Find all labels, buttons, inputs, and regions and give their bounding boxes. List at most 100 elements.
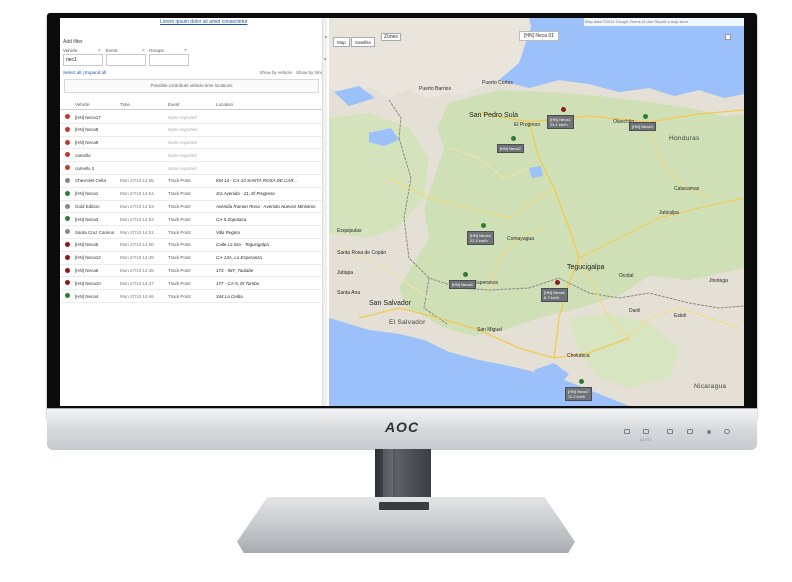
filter-vehicle-input[interactable]: nec1 <box>63 54 103 66</box>
event-time: Mon 27/10 14:47 <box>120 280 154 286</box>
vehicle-label[interactable]: [HN] Neca6 8.7 km/h <box>541 288 568 302</box>
table-row[interactable]: Chevrolet Celta Mon 27/10 14:55 Track Poin… <box>60 175 322 188</box>
vehicle-name: [HN] Neca6 <box>75 268 99 274</box>
filter-vehicle-label: Vehicle <box>63 48 78 53</box>
vehicle-name: Santa Cruz Camion <box>75 229 115 235</box>
top-vehicle-label[interactable]: [HN] Neca 01 <box>519 31 560 41</box>
monitor-photo: Lorem ipsum dolor sit amet consectetur A… <box>0 0 792 582</box>
vehicle-pin-icon[interactable] <box>561 107 566 112</box>
place-label: San Salvador <box>369 300 412 307</box>
event-location: Avenida Ramon Rosa - Avenida Nuevos Mini… <box>216 204 316 210</box>
vehicle-name: Gold Edition <box>75 204 100 210</box>
place-label: Choluteca <box>567 353 590 359</box>
vehicle-status-icon <box>65 177 70 183</box>
auto-label: AUTO <box>640 437 652 442</box>
event-type: Track Point <box>168 255 191 261</box>
vehicle-name: [HN] Neca9 <box>75 140 99 146</box>
place-label: Jutiapa <box>337 270 354 276</box>
base-slot <box>379 502 429 510</box>
table-row[interactable]: [HN] Neca10 Mon 27/10 14:47 Track Point 177… <box>60 277 322 291</box>
power-button-icon[interactable] <box>724 429 730 434</box>
view-mode-links[interactable]: Show by vehicle · Show by time <box>259 70 323 75</box>
place-label: San Miguel <box>477 327 503 333</box>
vehicle-name: [HN] Neca4 <box>75 293 99 299</box>
table-row[interactable]: [HN] Neca5 Mon 27/10 14:50 Track Point Call… <box>60 239 322 252</box>
place-label: Estelí <box>674 313 687 319</box>
add-filter-label[interactable]: Add filter <box>63 39 83 45</box>
map-tab-satellite[interactable]: Satellite <box>351 37 376 47</box>
table-row[interactable]: [HN] Neca8 None reported <box>60 124 322 137</box>
vehicle-status-icon <box>65 267 70 273</box>
table-row[interactable]: Gold Edition Mon 27/10 14:53 Track Point Av… <box>60 201 322 214</box>
vehicle-name: Chevrolet Celta <box>75 178 107 184</box>
vehicle-label[interactable]: [HN] Neca5 <box>449 280 476 289</box>
table-row[interactable]: [HN] Neca9 None reported <box>60 137 322 150</box>
vehicle-pin-icon[interactable] <box>511 136 516 141</box>
input-button-icon[interactable] <box>624 429 630 434</box>
place-label: Puerto Cortes <box>482 80 513 86</box>
vehicle-pin-icon[interactable] <box>555 280 560 285</box>
vehicle-name: camello <box>75 152 91 158</box>
map-canvas[interactable] <box>329 18 744 406</box>
collapse-right-icon[interactable]: ▸ <box>323 56 328 61</box>
place-label: Esquipulas <box>337 228 362 234</box>
table-row[interactable]: [HN] Neca1 Mon 27/10 14:54 Track Point 3ra … <box>60 188 322 201</box>
vehicle-pin-icon[interactable] <box>481 223 486 228</box>
down-button-icon[interactable] <box>667 429 673 434</box>
power-led-icon <box>707 430 711 434</box>
filter-groups-input[interactable] <box>149 54 189 66</box>
col-location[interactable]: Location <box>216 102 233 107</box>
event-type: Track Point <box>168 216 191 222</box>
table-row[interactable]: [HN] Neca6 Mon 27/10 14:48 Track Point 173 … <box>60 265 322 278</box>
filter-event-input[interactable] <box>106 54 146 66</box>
menu-button-icon[interactable] <box>687 429 693 434</box>
map-tab-map[interactable]: Map <box>333 37 350 47</box>
fullscreen-icon[interactable] <box>725 34 731 40</box>
table-header: Vehicle Time Event Location <box>60 100 322 110</box>
vehicle-label[interactable]: [HN] Neca7 11.2 km/h <box>565 387 592 401</box>
event-location: CA-13A, La Esperanza <box>216 255 263 261</box>
auto-button-icon[interactable] <box>643 429 649 434</box>
vehicle-label[interactable]: [HN] Neca4 22.3 km/h <box>467 231 494 245</box>
place-label: Jinotega <box>709 278 728 284</box>
table-row[interactable]: Santa Cruz Camion Mon 27/10 14:51 Track Po… <box>60 226 322 239</box>
vehicle-label[interactable]: [HN] Neca3 <box>629 122 656 131</box>
event-location: Villa Regina <box>216 229 240 235</box>
table-row[interactable]: [HN] Neca3 Mon 27/10 14:52 Track Point CA-5… <box>60 213 322 227</box>
top-link[interactable]: Lorem ipsum dolor sit amet consectetur <box>160 19 248 25</box>
place-label: Santa Rosa de Copán <box>337 250 387 256</box>
table-row[interactable]: [HN] Neca4 Mon 27/10 14:46 Track Point 344 … <box>60 290 322 303</box>
map-attribution: Map data ©2014 Google Terms of Use Repor… <box>584 18 744 26</box>
event-type: Track Point <box>168 229 191 235</box>
vehicle-pin-icon[interactable] <box>463 272 468 277</box>
vehicle-status-icon <box>65 190 70 196</box>
monitor-chin: AOC AUTO <box>47 408 757 450</box>
event-location: 177 - CA-5, El Tumbo <box>216 280 260 286</box>
col-event[interactable]: Event <box>168 102 180 107</box>
collapse-left-icon[interactable]: ◂ <box>323 34 328 39</box>
vehicle-pin-icon[interactable] <box>643 114 648 119</box>
vehicle-name: [HN] Neca17 <box>75 114 101 120</box>
col-vehicle[interactable]: Vehicle <box>75 102 90 107</box>
select-expand-links[interactable]: Select all | Expand all <box>63 70 106 75</box>
table-row[interactable]: camello None reported <box>60 149 322 163</box>
event-time: Mon 27/10 14:53 <box>120 204 154 210</box>
table-row[interactable]: [HN] Neca17 None reported <box>60 111 322 124</box>
vehicle-pin-icon[interactable] <box>579 379 584 384</box>
event-type: Track Point <box>168 293 191 299</box>
event-type: None reported <box>168 140 197 146</box>
place-label: Santa Ana <box>337 290 361 296</box>
panel-scrollbar[interactable]: ◂ ▸ <box>322 18 327 406</box>
vehicle-name: [HN] Neca5 <box>75 242 99 248</box>
vehicle-label[interactable]: [HN] Neca1 24.1 km/h <box>547 115 574 129</box>
col-time[interactable]: Time <box>120 102 130 107</box>
event-time: Mon 27/10 14:50 <box>120 242 154 248</box>
event-time: Mon 27/10 14:51 <box>120 229 154 235</box>
table-row[interactable]: camello 2 None reported <box>60 162 322 175</box>
event-type: Track Point <box>168 242 191 248</box>
zones-control[interactable]: Zones <box>381 33 401 41</box>
map-view[interactable]: Map Satellite Zones [HN] Neca 01 Map dat… <box>329 18 744 406</box>
table-row[interactable]: [HN] Neca12 Mon 27/10 14:49 Track Point CA-… <box>60 252 322 265</box>
vehicle-name: [HN] Neca1 <box>75 191 99 197</box>
vehicle-label[interactable]: [HN] Neca2 <box>497 144 524 153</box>
